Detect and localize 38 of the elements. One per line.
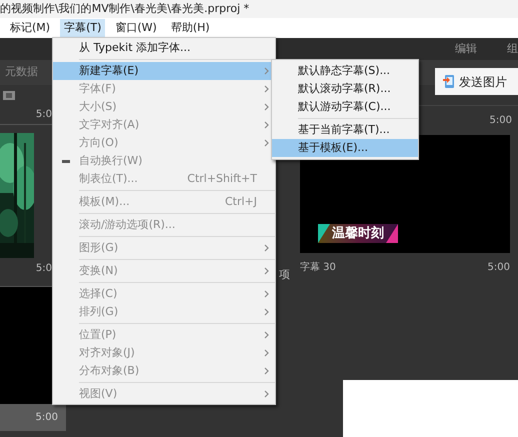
menu-item[interactable]: 默认游动字幕(C)...	[272, 98, 418, 116]
chevron-right-icon	[264, 390, 268, 398]
clip-duration: 5:00	[36, 411, 58, 425]
chevron-right-icon	[264, 308, 268, 316]
menu-bar-item[interactable]: 标记(M)	[6, 19, 54, 37]
chevron-right-icon	[264, 121, 268, 129]
popup-label[interactable]: 发送图片	[459, 72, 507, 90]
menu-item[interactable]: 基于模板(E)...	[272, 139, 418, 157]
chevron-right-icon	[264, 139, 268, 147]
clip-duration: 5:0	[36, 262, 52, 276]
clip-name: 字幕 30	[300, 260, 336, 274]
chevron-right-icon	[264, 85, 268, 93]
menu-item[interactable]: 默认滚动字幕(R)...	[272, 80, 418, 98]
chevron-right-icon	[264, 367, 268, 375]
clip-duration: 5:0	[36, 108, 52, 122]
menu-item[interactable]: 基于当前字幕(T)...	[272, 121, 418, 139]
title-caption: 温馨时刻	[318, 224, 398, 243]
chevron-right-icon	[264, 67, 268, 75]
menu-bar-item[interactable]: 字幕(T)	[60, 19, 106, 37]
panel-label: 项	[279, 267, 290, 283]
clip-duration: 5:00	[490, 114, 512, 128]
chevron-right-icon	[264, 331, 268, 339]
phone-icon	[443, 74, 455, 89]
menu-bar-item[interactable]: 帮助(H)	[166, 19, 214, 37]
window-title: 的视频制作\我们的MV制作\春光美\春光美.prproj *	[0, 0, 250, 17]
menu-bar-item[interactable]: 窗口(W)	[111, 19, 161, 37]
workspace-tab[interactable]: 编辑	[455, 40, 477, 58]
menu-item[interactable]: 从 Typekit 添加字体...	[53, 39, 275, 57]
chevron-right-icon	[264, 103, 268, 111]
clip-duration: 5:00	[488, 260, 510, 274]
chevron-right-icon	[264, 267, 268, 275]
panel-tab[interactable]: 元数据	[5, 64, 38, 81]
chevron-right-icon	[264, 290, 268, 298]
workspace-tab[interactable]: 组	[507, 40, 518, 58]
chevron-right-icon	[264, 349, 268, 357]
menu-item[interactable]: 默认静态字幕(S)...	[272, 62, 418, 80]
folder-icon[interactable]	[3, 90, 15, 100]
chevron-right-icon	[264, 244, 268, 252]
